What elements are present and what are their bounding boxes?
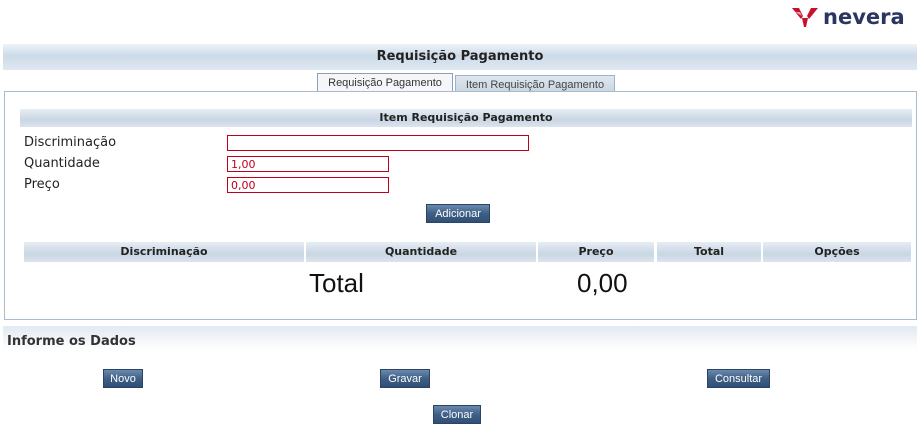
dados-section-title: Informe os Dados xyxy=(7,334,136,349)
page-title: Requisição Pagamento xyxy=(3,44,917,70)
nevera-logo-mark-icon xyxy=(792,8,818,27)
dados-section-bar xyxy=(3,326,917,350)
table-total-value: 0,00 xyxy=(577,268,628,298)
novo-button[interactable]: Novo xyxy=(103,369,143,388)
clonar-button[interactable]: Clonar xyxy=(433,405,481,424)
gravar-button[interactable]: Gravar xyxy=(380,369,430,388)
tab-requisicao-pagamento[interactable]: Requisição Pagamento xyxy=(317,73,453,93)
brand-name: nevera xyxy=(823,5,905,29)
quantidade-input[interactable] xyxy=(227,156,389,172)
discriminacao-label: Discriminação xyxy=(24,135,117,150)
column-header-discriminacao: Discriminação xyxy=(24,242,304,262)
item-requisicao-panel: Item Requisição Pagamento Discriminação … xyxy=(4,91,917,320)
preco-label: Preço xyxy=(24,177,60,192)
tab-bar: Requisição Pagamento Item Requisição Pag… xyxy=(0,73,918,93)
table-total-label: Total xyxy=(309,268,364,298)
column-header-opcoes: Opções xyxy=(763,242,911,262)
column-header-quantidade: Quantidade xyxy=(306,242,536,262)
discriminacao-input[interactable] xyxy=(227,135,529,151)
item-form-header: Item Requisição Pagamento xyxy=(20,109,912,127)
brand-logo: nevera xyxy=(790,4,912,30)
column-header-total: Total xyxy=(657,242,761,262)
preco-input[interactable] xyxy=(227,177,389,193)
adicionar-button[interactable]: Adicionar xyxy=(426,204,490,223)
consultar-button[interactable]: Consultar xyxy=(707,369,770,388)
quantidade-label: Quantidade xyxy=(24,156,100,171)
column-header-preco: Preço xyxy=(538,242,654,262)
